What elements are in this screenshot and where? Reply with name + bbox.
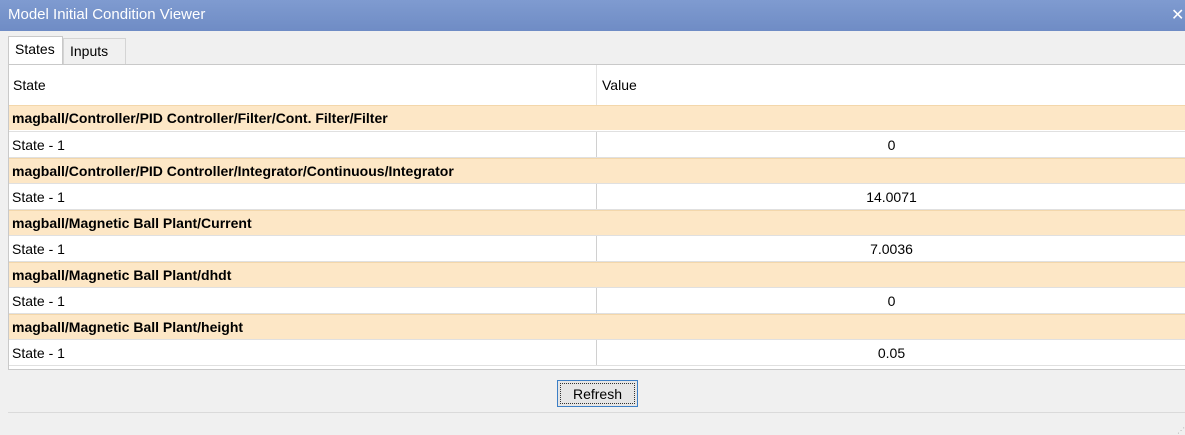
states-table: State Value magball/Controller/PID Contr…: [8, 64, 1185, 370]
footer-divider: [8, 412, 1185, 413]
table-row[interactable]: State - 1 0: [9, 287, 1185, 314]
state-name: State - 1: [12, 345, 65, 361]
tab-inputs[interactable]: Inputs: [63, 38, 126, 64]
state-value[interactable]: 7.0036: [597, 241, 1185, 257]
group-name: magball/Magnetic Ball Plant/height: [12, 319, 244, 335]
table-row[interactable]: State - 1 14.0071: [9, 183, 1185, 210]
table-header: State Value: [9, 65, 1185, 106]
refresh-button[interactable]: Refresh: [557, 380, 638, 407]
table-row[interactable]: State - 1 7.0036: [9, 235, 1185, 262]
group-row: magball/Magnetic Ball Plant/dhdt: [9, 262, 1185, 287]
group-name: magball/Magnetic Ball Plant/Current: [12, 215, 252, 231]
column-header-value[interactable]: Value: [602, 77, 637, 93]
state-name: State - 1: [12, 137, 65, 153]
state-name: State - 1: [12, 189, 65, 205]
title-bar: Model Initial Condition Viewer ✕: [0, 0, 1185, 31]
group-row: magball/Magnetic Ball Plant/height: [9, 314, 1185, 339]
state-name: State - 1: [12, 241, 65, 257]
table-row[interactable]: State - 1 0: [9, 131, 1185, 158]
group-row: magball/Magnetic Ball Plant/Current: [9, 210, 1185, 235]
state-value[interactable]: 0: [597, 293, 1185, 309]
window-title: Model Initial Condition Viewer: [8, 6, 206, 23]
column-divider[interactable]: [596, 65, 597, 105]
tab-states[interactable]: States: [8, 36, 63, 66]
group-row: magball/Controller/PID Controller/Filter…: [9, 105, 1185, 130]
state-name: State - 1: [12, 293, 65, 309]
state-value[interactable]: 0: [597, 137, 1185, 153]
column-header-state[interactable]: State: [13, 77, 46, 93]
group-name: magball/Controller/PID Controller/Integr…: [12, 163, 454, 179]
state-value[interactable]: 0.05: [597, 345, 1185, 361]
state-value[interactable]: 14.0071: [597, 189, 1185, 205]
group-name: magball/Magnetic Ball Plant/dhdt: [12, 267, 232, 283]
table-row[interactable]: State - 1 0.05: [9, 339, 1185, 366]
resize-grip-icon[interactable]: ⋰: [1177, 426, 1185, 435]
group-row: magball/Controller/PID Controller/Integr…: [9, 158, 1185, 183]
close-icon[interactable]: ✕: [1171, 5, 1185, 25]
group-name: magball/Controller/PID Controller/Filter…: [12, 110, 388, 126]
